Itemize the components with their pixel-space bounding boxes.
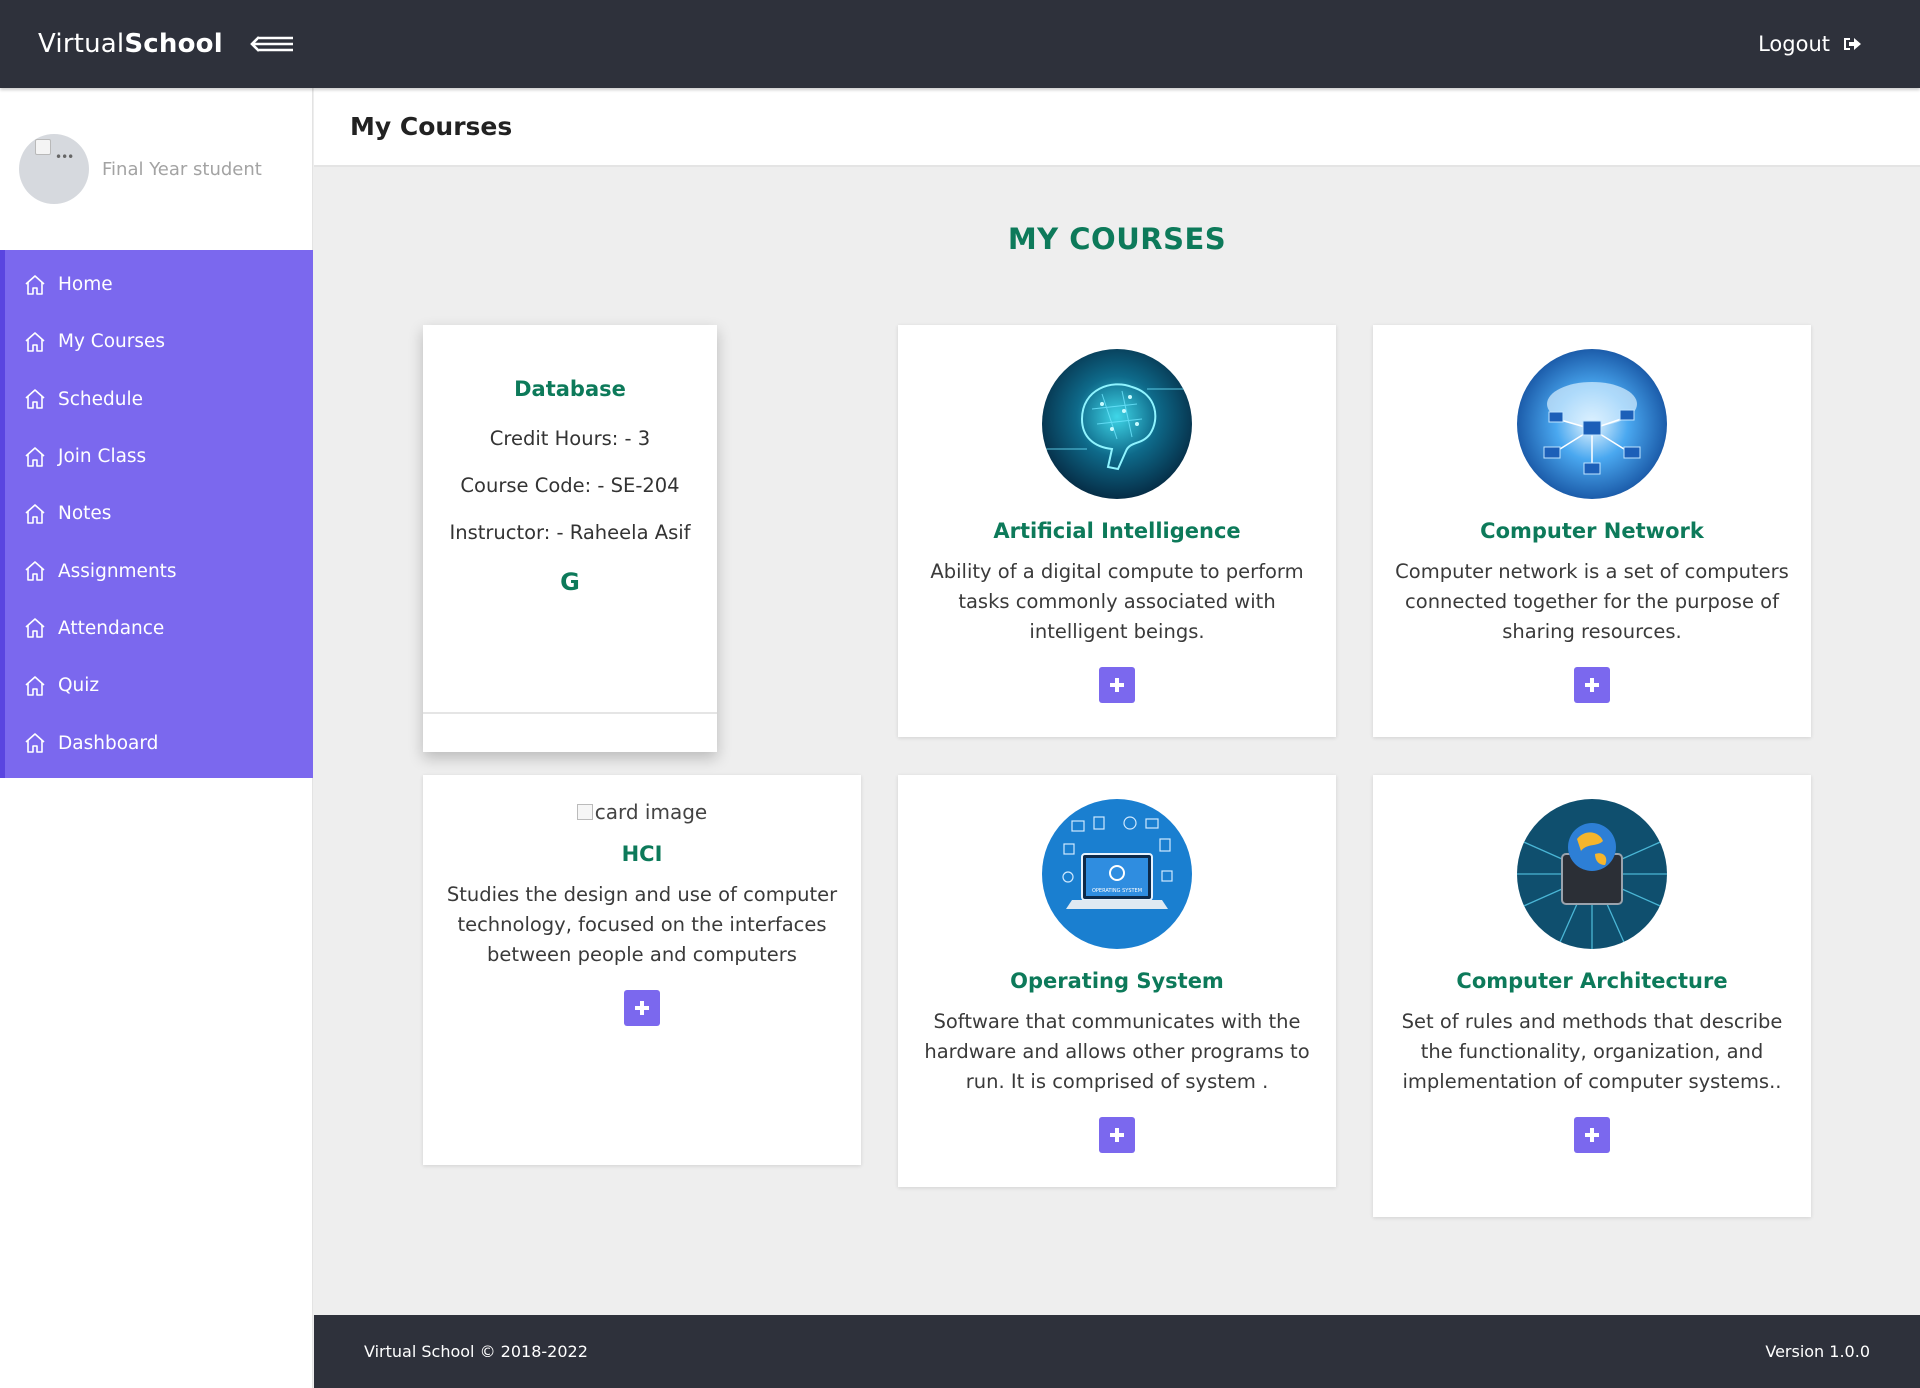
sidebar-nav: Home My Courses Schedule Join Class Notes Ass… — [0, 250, 313, 778]
os-screen-text: OPERATING SYSTEM — [1092, 888, 1142, 894]
credit-hours: Credit Hours: - 3 — [489, 427, 651, 450]
home-icon — [23, 674, 58, 698]
sidebar-item-join-class[interactable]: Join Class — [5, 428, 313, 485]
course-title: Computer Architecture — [1456, 969, 1728, 993]
course-title: Operating System — [1010, 969, 1224, 993]
course-description: Studies the design and use of computer t… — [446, 883, 838, 966]
plus-icon — [1110, 1128, 1124, 1142]
course-code: Course Code: - SE-204 — [460, 474, 680, 497]
sidebar-item-label: My Courses — [58, 331, 166, 353]
logout-button[interactable]: Logout — [1758, 32, 1862, 56]
plus-icon — [1585, 1128, 1599, 1142]
section-title: MY COURSES — [1007, 222, 1227, 256]
home-icon — [23, 616, 58, 640]
add-course-button[interactable] — [1574, 1117, 1610, 1153]
sidebar-item-label: Assignments — [58, 560, 177, 582]
course-title: Computer Network — [1480, 519, 1704, 543]
course-card-computer-network: Computer Network Computer network is a s… — [1373, 325, 1811, 737]
course-card-hci: card image HCI Studies the design and us… — [423, 775, 861, 1165]
broken-image-icon — [35, 139, 51, 155]
sidebar-item-dashboard[interactable]: Dashboard — [5, 714, 313, 771]
add-course-button[interactable] — [1099, 1117, 1135, 1153]
sidebar-item-schedule[interactable]: Schedule — [5, 371, 313, 428]
home-icon — [23, 502, 58, 526]
course-card-operating-system: OPERATING SYSTEM Operating System Softwa… — [898, 775, 1336, 1187]
add-course-button[interactable] — [1099, 667, 1135, 703]
home-icon — [23, 731, 58, 755]
page-title: My Courses — [350, 112, 513, 141]
sidebar-item-label: Attendance — [58, 617, 165, 639]
sidebar: ••• Final Year student Home My Courses Sch… — [0, 88, 313, 1388]
course-description: Software that communicates with the hard… — [924, 1010, 1310, 1093]
sign-out-icon — [1844, 38, 1861, 50]
instructor: Instructor: - Raheela Asif — [449, 521, 691, 544]
home-icon — [23, 330, 58, 354]
sidebar-item-label: Home — [58, 274, 113, 296]
image-alt-text: card image — [594, 800, 708, 824]
sidebar-item-label: Schedule — [58, 388, 144, 410]
card-image-placeholder: card image — [576, 800, 708, 824]
network-image — [1517, 349, 1667, 499]
add-course-button[interactable] — [1574, 667, 1610, 703]
home-icon — [23, 387, 58, 411]
sidebar-item-assignments[interactable]: Assignments — [5, 542, 313, 599]
course-description: Computer network is a set of computers c… — [1395, 560, 1789, 643]
home-icon — [23, 273, 58, 297]
add-course-button[interactable] — [624, 990, 660, 1026]
course-card-database: Database Credit Hours: - 3 Course Code: … — [423, 325, 717, 752]
sidebar-item-label: Notes — [58, 503, 112, 525]
course-description: Ability of a digital compute to perform … — [930, 560, 1304, 643]
ai-brain-image — [1042, 349, 1192, 499]
top-navbar: Virtual School Logout — [0, 0, 1920, 88]
logout-label: Logout — [1758, 32, 1830, 56]
profile-role: Final Year student — [102, 158, 262, 180]
sidebar-item-attendance[interactable]: Attendance — [5, 600, 313, 657]
home-icon — [23, 445, 58, 469]
brand-prefix: Virtual — [38, 29, 125, 59]
menu-toggle-icon[interactable] — [249, 32, 295, 56]
page-header: My Courses — [314, 88, 1920, 167]
course-title: Database — [514, 377, 626, 401]
plus-icon — [635, 1001, 649, 1015]
sidebar-item-label: Quiz — [58, 675, 100, 697]
broken-image-icon — [576, 804, 593, 820]
sidebar-item-my-courses[interactable]: My Courses — [5, 313, 313, 370]
course-letter: G — [560, 568, 580, 596]
course-title: Artificial Intelligence — [993, 519, 1241, 543]
sidebar-item-notes[interactable]: Notes — [5, 485, 313, 542]
footer: Virtual School © 2018-2022 Version 1.0.0 — [314, 1315, 1920, 1388]
computer-architecture-image — [1517, 799, 1667, 949]
plus-icon — [1585, 678, 1599, 692]
course-card-ai: Artificial Intelligence Ability of a dig… — [898, 325, 1336, 737]
sidebar-item-label: Join Class — [58, 446, 147, 468]
user-profile: ••• Final Year student — [0, 88, 312, 250]
home-icon — [23, 559, 58, 583]
course-card-computer-architecture: Computer Architecture Set of rules and m… — [1373, 775, 1811, 1217]
footer-copyright: Virtual School © 2018-2022 — [364, 1342, 588, 1361]
footer-version: Version 1.0.0 — [1765, 1342, 1870, 1361]
sidebar-item-label: Dashboard — [58, 732, 159, 754]
course-title: HCI — [621, 842, 663, 866]
sidebar-item-quiz[interactable]: Quiz — [5, 657, 313, 714]
sidebar-item-home[interactable]: Home — [5, 256, 313, 313]
avatar[interactable]: ••• — [19, 134, 89, 204]
operating-system-image: OPERATING SYSTEM — [1042, 799, 1192, 949]
course-description: Set of rules and methods that describe t… — [1401, 1010, 1783, 1093]
brand-logo[interactable]: Virtual School — [38, 29, 295, 59]
plus-icon — [1110, 678, 1124, 692]
brand-suffix: School — [124, 29, 223, 59]
